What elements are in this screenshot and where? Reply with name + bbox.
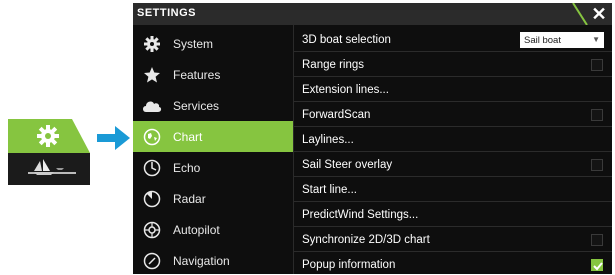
sidebar-item-label: Services (173, 98, 220, 113)
checkmark-icon (593, 262, 603, 271)
chevron-down-icon: ▼ (592, 35, 600, 44)
radar-icon (141, 188, 163, 210)
gear-icon (37, 125, 59, 147)
arrow-right-icon (97, 126, 130, 150)
sidebar-item-chart[interactable]: Chart (133, 121, 293, 152)
sidebar-item-label: Chart (173, 129, 203, 144)
option-3d-boat-selection[interactable]: 3D boat selection Sail boat ▼ (294, 28, 612, 52)
echo-icon (141, 157, 163, 179)
option-label: Popup information (302, 259, 396, 271)
sidebar-item-label: Echo (173, 160, 201, 175)
chart-options-list: 3D boat selection Sail boat ▼ Range ring… (294, 25, 612, 274)
option-laylines[interactable]: Laylines... (294, 128, 612, 152)
sidebar-item-label: Navigation (173, 253, 230, 268)
option-label: Synchronize 2D/3D chart (302, 233, 430, 246)
popup-information-checkbox[interactable] (591, 259, 603, 271)
star-icon (141, 64, 163, 86)
sidebar-item-services[interactable]: Services (133, 90, 293, 121)
sidebar-item-autopilot[interactable]: Autopilot (133, 214, 293, 245)
close-button[interactable]: ✕ (588, 3, 610, 25)
select-value: Sail boat (524, 34, 561, 46)
title-bar: SETTINGS ✕ (133, 3, 612, 25)
settings-sidebar: System Features Services Chart Echo Rada… (133, 25, 293, 274)
gear-icon (141, 33, 163, 55)
sidebar-item-features[interactable]: Features (133, 59, 293, 90)
option-label: PredictWind Settings... (302, 208, 419, 221)
option-label: Laylines... (302, 133, 354, 146)
option-label: ForwardScan (302, 108, 371, 121)
forwardscan-checkbox[interactable] (591, 109, 603, 121)
sidebar-item-system[interactable]: System (133, 28, 293, 59)
option-forwardscan[interactable]: ForwardScan (294, 103, 612, 127)
option-sail-steer-overlay[interactable]: Sail Steer overlay (294, 153, 612, 177)
sidebar-item-navigation[interactable]: Navigation (133, 245, 293, 275)
settings-tile[interactable] (8, 119, 90, 185)
sidebar-item-label: System (173, 36, 214, 51)
option-label: 3D boat selection (302, 33, 391, 46)
option-predictwind-settings[interactable]: PredictWind Settings... (294, 203, 612, 227)
sidebar-item-label: Features (173, 67, 221, 82)
option-synchronize-2d-3d[interactable]: Synchronize 2D/3D chart (294, 228, 612, 252)
option-popup-information[interactable]: Popup information (294, 253, 612, 275)
sidebar-item-radar[interactable]: Radar (133, 183, 293, 214)
autopilot-icon (141, 219, 163, 241)
sail-steer-checkbox[interactable] (591, 159, 603, 171)
boat-type-select[interactable]: Sail boat ▼ (520, 32, 604, 48)
cloud-icon (141, 95, 163, 117)
navigation-icon (141, 250, 163, 272)
option-label: Sail Steer overlay (302, 158, 393, 171)
sync-2d-3d-checkbox[interactable] (591, 234, 603, 246)
settings-window: SETTINGS ✕ System Features Services Char… (133, 3, 612, 274)
option-extension-lines[interactable]: Extension lines... (294, 78, 612, 102)
chart-globe-icon (141, 126, 163, 148)
option-label: Extension lines... (302, 83, 389, 96)
option-label: Range rings (302, 58, 365, 71)
close-icon: ✕ (591, 3, 607, 24)
range-rings-checkbox[interactable] (591, 59, 603, 71)
tile-notch (72, 119, 90, 153)
sidebar-item-echo[interactable]: Echo (133, 152, 293, 183)
option-label: Start line... (302, 183, 357, 196)
boat-icon (28, 159, 76, 175)
window-title: SETTINGS (137, 7, 197, 19)
sidebar-item-label: Radar (173, 191, 206, 206)
option-range-rings[interactable]: Range rings (294, 53, 612, 77)
option-start-line[interactable]: Start line... (294, 178, 612, 202)
sidebar-item-label: Autopilot (173, 222, 220, 237)
